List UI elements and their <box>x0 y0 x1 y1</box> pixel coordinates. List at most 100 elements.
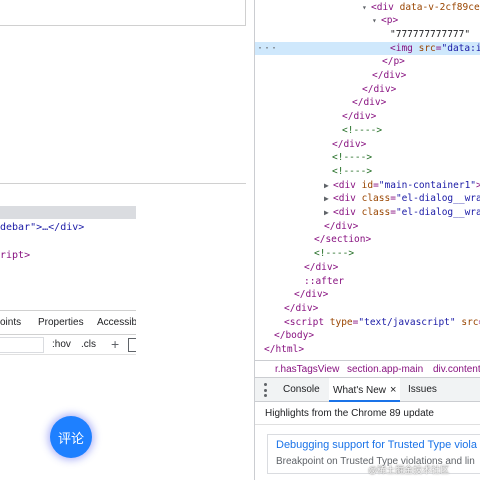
pseudo-element-node: ::after <box>304 275 345 287</box>
elements-fragment-line[interactable]: ript> <box>0 249 30 262</box>
expand-triangle-open-icon[interactable]: ▾ <box>372 14 381 28</box>
tag-name: <div <box>371 1 394 13</box>
hov-toggle-button[interactable]: :hov <box>52 339 71 350</box>
dom-node[interactable]: ▶<div class="el-dialog__wrapp <box>255 206 480 220</box>
more-options-icon[interactable] <box>263 383 267 397</box>
dom-node[interactable]: </div> <box>255 96 480 110</box>
dom-node[interactable]: </div> <box>255 138 480 152</box>
dom-node-content: ▶<div class="el-dialog__wrapp <box>324 206 480 220</box>
tab-properties[interactable]: Properties <box>38 317 84 328</box>
expand-triangle-closed-icon[interactable]: ▶ <box>324 192 333 206</box>
dom-node[interactable]: <!----> <box>255 165 480 179</box>
dom-node-content: </div> <box>332 138 366 152</box>
tag-name: <p> <box>381 15 399 27</box>
tab-whats-new[interactable]: What's New × <box>329 378 401 402</box>
dom-node-content: </html> <box>264 343 304 357</box>
tag-name: </div> <box>332 138 367 150</box>
dom-node[interactable]: <!----> <box>255 151 480 165</box>
dom-node-content: ▾ <div data-v-2cf89ce6 <box>362 1 480 15</box>
tab-console[interactable]: Console <box>283 384 320 395</box>
cls-toggle-button[interactable]: .cls <box>81 339 96 350</box>
attribute-name: id <box>355 179 374 191</box>
dom-node[interactable]: </div> <box>255 83 480 97</box>
expand-triangle-closed-icon[interactable]: ▶ <box>324 179 333 193</box>
tag-name: </html> <box>264 344 305 355</box>
new-style-rule-icon[interactable]: + <box>111 336 119 352</box>
elements-selected-row[interactable] <box>0 206 136 219</box>
dom-node[interactable]: </html> <box>255 343 480 357</box>
dom-node[interactable]: ::after <box>255 275 480 289</box>
breadcrumb-item[interactable]: section.app-main <box>347 364 423 375</box>
attribute-value[interactable]: "el-dialog__wrapp <box>396 207 480 218</box>
breadcrumb-item[interactable]: r.hasTagsView <box>275 364 339 375</box>
attribute-name: data-v-2cf89ce6 <box>393 1 480 13</box>
expand-triangle-open-icon[interactable]: ▾ <box>362 1 371 15</box>
dom-node-content: </div> <box>342 110 376 124</box>
attribute-value[interactable]: "data:i <box>442 43 480 54</box>
attribute-name: src <box>455 316 479 328</box>
dom-node[interactable]: </div> <box>255 110 480 124</box>
dom-node[interactable]: ▶<div class="el-dialog__wrapp <box>255 192 480 206</box>
news-card-title[interactable]: Debugging support for Trusted Type viola <box>276 439 477 451</box>
dom-node[interactable]: ▶<div id="main-container1">… <box>255 179 480 193</box>
dom-node[interactable]: <script type="text/javascript" src="g <box>255 316 480 330</box>
dom-tree: ▾ <div data-v-2cf89ce6 ▾ <p> "777777777777" ·… <box>255 0 480 360</box>
dom-node[interactable]: </body> <box>255 329 480 343</box>
dom-node[interactable]: </section> <box>255 233 480 247</box>
styles-filter-toolbar: :hov .cls + <box>0 335 136 355</box>
expand-triangle-closed-icon[interactable]: ▶ <box>324 206 333 220</box>
attribute-name: class <box>355 193 391 205</box>
dom-node[interactable]: </div> <box>255 220 480 234</box>
dom-node-content: <!----> <box>314 247 354 261</box>
tag-name: </body> <box>274 330 315 342</box>
page-viewport: debar">…</div> ript> oints Properties Ac… <box>0 0 254 480</box>
dom-node[interactable]: ▾ <div data-v-2cf89ce6 <box>255 1 480 15</box>
comment-button[interactable]: 评论 <box>50 416 92 458</box>
tag-name: </div> <box>362 83 397 95</box>
dom-node[interactable]: <!----> <box>255 124 480 138</box>
tab-issues[interactable]: Issues <box>408 384 437 395</box>
tab-event-listener-breakpoints[interactable]: oints <box>0 317 21 328</box>
dom-node[interactable]: ▾ <p> <box>255 14 480 28</box>
breadcrumb: r.hasTagsView section.app-main div.conte… <box>255 360 480 378</box>
dom-node-content: </div> <box>284 302 318 316</box>
attribute-value[interactable]: "main-container1" <box>379 180 476 191</box>
computed-sidebar-toggle-icon[interactable] <box>128 338 136 352</box>
dom-node[interactable]: </p> <box>255 55 480 69</box>
attribute-name: src <box>412 42 436 54</box>
dom-node-content: </p> <box>382 55 405 69</box>
dom-node-selected[interactable]: ··· <img src="data:i <box>255 41 480 56</box>
dom-node-content: ▾ <p> <box>372 14 398 28</box>
dom-node-content: <script type="text/javascript" src="g <box>284 316 480 328</box>
close-icon[interactable]: × <box>390 384 396 396</box>
tag-name: </div> <box>342 111 377 123</box>
dom-node[interactable]: <!----> <box>255 247 480 261</box>
breadcrumb-item[interactable]: div.content <box>433 364 480 375</box>
dom-node[interactable]: </div> <box>255 69 480 83</box>
fragment-text: ript> <box>0 250 31 261</box>
elements-fragment-line[interactable]: debar">…</div> <box>0 221 84 234</box>
dom-node-content: </div> <box>304 261 338 275</box>
styles-filter-input[interactable] <box>0 337 44 353</box>
tag-name: </p> <box>382 56 405 68</box>
dom-node[interactable]: </div> <box>255 288 480 302</box>
tag-name: <div <box>333 193 356 205</box>
comment-node: <!----> <box>332 165 373 177</box>
tag-name: </div> <box>294 289 329 301</box>
styles-pane-tabs: oints Properties Accessibi <box>0 310 136 335</box>
dom-node[interactable]: "777777777777" <box>255 28 480 42</box>
drawer-tab-bar: Console What's New × Issues <box>255 378 480 402</box>
tag-name: <img <box>390 42 413 54</box>
dom-node-content: </div> <box>324 220 358 234</box>
node-actions-ellipsis-icon[interactable]: ··· <box>257 42 278 56</box>
whats-new-heading: Highlights from the Chrome 89 update <box>265 408 434 419</box>
dom-node-content: </div> <box>352 96 386 110</box>
attribute-value[interactable]: "el-dialog__wrapp <box>396 193 480 204</box>
dom-node[interactable]: </div> <box>255 302 480 316</box>
dom-node[interactable]: </div> <box>255 261 480 275</box>
tag-name: </div> <box>284 302 319 314</box>
tab-accessibility[interactable]: Accessibi <box>97 317 136 328</box>
attribute-value[interactable]: "text/javascript" <box>358 317 455 328</box>
dom-node-content: </div> <box>294 288 328 302</box>
divider <box>255 424 480 425</box>
